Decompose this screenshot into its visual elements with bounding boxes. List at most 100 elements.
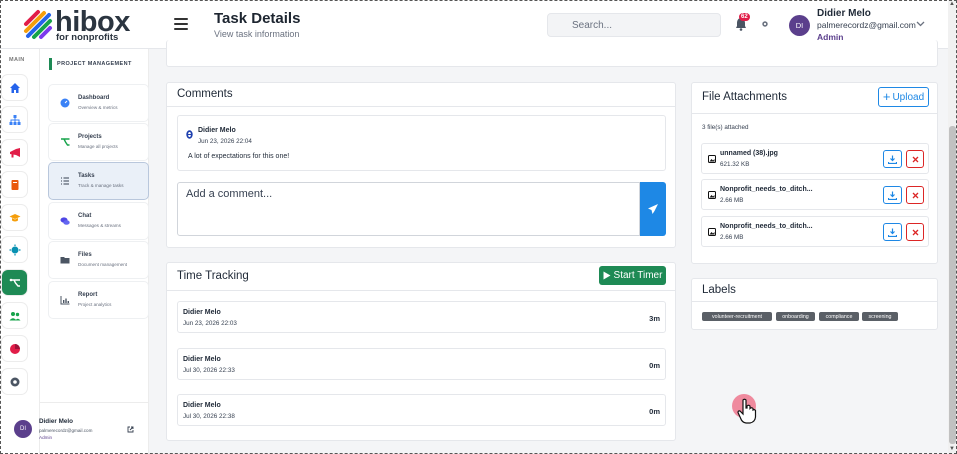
- sidebar-item-title: Files: [78, 252, 92, 258]
- sidebar-user-email: palmerecordz@gmail.com: [39, 428, 93, 433]
- menu-toggle-icon[interactable]: [174, 18, 188, 30]
- file-size: 2.66 MB: [720, 234, 744, 241]
- gear-icon[interactable]: [761, 20, 769, 28]
- graduation-cap-icon: [9, 213, 20, 221]
- sidebar-item-dashboard[interactable]: Dashboard Overview & metrics: [49, 85, 148, 121]
- labels-title: Labels: [702, 284, 736, 296]
- file-item: Nonprofit_needs_to_ditch... 2.66 MB: [701, 216, 929, 247]
- project-icon: [61, 138, 70, 146]
- time-entry: Didier Melo Jul 30, 2026 22:33 0m: [177, 348, 666, 380]
- download-button[interactable]: [883, 186, 902, 204]
- download-icon: [888, 228, 897, 237]
- sidebar-section-title: PROJECT MANAGEMENT: [49, 58, 149, 70]
- time-entry-user: Didier Melo: [183, 309, 221, 316]
- sidebar-item-subtitle: Overview & metrics: [78, 105, 118, 110]
- sidebar-item-projects[interactable]: Projects Manage all projects: [49, 124, 148, 160]
- upload-button[interactable]: + Upload: [878, 87, 929, 107]
- chevron-down-icon[interactable]: [916, 21, 925, 27]
- users-icon: [9, 311, 20, 320]
- sidebar-item-report[interactable]: Report Project analytics: [49, 282, 148, 318]
- scroll-down-arrow-icon[interactable]: ▼: [949, 446, 955, 452]
- label-chip[interactable]: onboarding: [776, 312, 815, 321]
- task-list-icon: [61, 177, 69, 185]
- sidebar-user-avatar[interactable]: DI: [14, 420, 32, 438]
- time-entry-date: Jul 30, 2026 22:38: [183, 413, 235, 420]
- time-entry-duration: 0m: [649, 407, 660, 416]
- brand-logo[interactable]: hibox for nonprofits: [22, 6, 132, 43]
- report-icon: [60, 296, 70, 305]
- sidebar-user-role: Admin: [39, 435, 53, 440]
- file-name[interactable]: unnamed (38).jpg: [720, 150, 778, 157]
- user-circle-icon: [186, 130, 193, 139]
- sidebar-item-tasks[interactable]: Tasks Track & manage tasks: [49, 163, 148, 199]
- file-size: 2.66 MB: [720, 197, 744, 204]
- project-icon: [9, 278, 20, 287]
- remove-file-button[interactable]: [906, 223, 924, 241]
- label-chip[interactable]: compliance: [819, 312, 859, 321]
- chat-icon: [60, 217, 70, 225]
- sidebar-item-title: Tasks: [78, 173, 95, 179]
- time-entry-date: Jun 23, 2026 22:03: [183, 320, 237, 327]
- folder-icon: [60, 257, 70, 264]
- rail-training-button[interactable]: [2, 205, 27, 230]
- rail-projects-button[interactable]: [2, 270, 27, 295]
- user-email: palmerecordz@gmail.com: [817, 20, 916, 30]
- remove-file-button[interactable]: [906, 150, 924, 168]
- divider: [692, 301, 937, 302]
- scroll-up-arrow-icon[interactable]: ▲: [949, 1, 955, 7]
- sidebar-item-title: Report: [78, 292, 98, 298]
- divider: [167, 106, 675, 107]
- time-tracking-title: Time Tracking: [177, 270, 249, 282]
- sidebar-item-chat[interactable]: Chat Messages & streams: [49, 203, 148, 239]
- remove-file-button[interactable]: [906, 186, 924, 204]
- comment-input[interactable]: [177, 182, 640, 236]
- image-file-icon: [708, 228, 716, 236]
- external-link-icon[interactable]: [127, 426, 134, 433]
- rail-health-button[interactable]: [2, 237, 27, 262]
- paper-plane-icon: [648, 204, 658, 214]
- send-comment-button[interactable]: [640, 182, 666, 236]
- file-item: unnamed (38).jpg 621.32 KB: [701, 143, 929, 174]
- comment-author: Didier Melo: [198, 127, 236, 134]
- rail-home-button[interactable]: [2, 75, 27, 100]
- rail-organization-button[interactable]: [2, 107, 27, 132]
- label-chip[interactable]: screening: [862, 312, 898, 321]
- start-timer-label: Start Timer: [613, 270, 663, 281]
- virus-icon: [9, 244, 20, 255]
- labels-card: Labels: [691, 278, 938, 330]
- sidebar-item-subtitle: Messages & streams: [78, 223, 121, 228]
- file-name[interactable]: Nonprofit_needs_to_ditch...: [720, 223, 813, 230]
- user-avatar[interactable]: DI: [789, 15, 810, 36]
- files-count: 3 file(s) attached: [702, 124, 749, 131]
- logo-mark-icon: [24, 10, 52, 39]
- file-item: Nonprofit_needs_to_ditch... 2.66 MB: [701, 179, 929, 210]
- search-input[interactable]: [547, 13, 721, 37]
- close-icon: [912, 156, 918, 162]
- scrollbar-thumb[interactable]: [949, 126, 956, 444]
- label-chip[interactable]: volunteer-recruitment: [702, 312, 772, 321]
- rail-settings-button[interactable]: [2, 369, 27, 394]
- upload-label: Upload: [892, 91, 925, 103]
- time-entry-date: Jul 30, 2026 22:33: [183, 367, 235, 374]
- home-icon: [9, 82, 20, 93]
- book-icon: [11, 179, 18, 190]
- divider: [167, 290, 675, 291]
- start-timer-button[interactable]: Start Timer: [599, 266, 666, 285]
- divider: [692, 113, 937, 114]
- rail-members-button[interactable]: [2, 303, 27, 328]
- download-button[interactable]: [883, 223, 902, 241]
- image-file-icon: [708, 155, 716, 163]
- megaphone-icon: [9, 147, 20, 157]
- rail-analytics-button[interactable]: [2, 336, 27, 361]
- brand-tagline: for nonprofits: [56, 32, 119, 43]
- page-title: Task Details: [214, 10, 301, 27]
- sidebar-item-title: Projects: [78, 134, 102, 140]
- dashboard-icon: [60, 98, 70, 108]
- file-size: 621.32 KB: [720, 161, 750, 168]
- download-button[interactable]: [883, 150, 902, 168]
- rail-campaigns-button[interactable]: [2, 140, 27, 165]
- rail-resources-button[interactable]: [2, 172, 27, 197]
- file-name[interactable]: Nonprofit_needs_to_ditch...: [720, 186, 813, 193]
- sidebar-item-files[interactable]: Files Document management: [49, 242, 148, 278]
- rail-section-label: MAIN: [9, 57, 25, 63]
